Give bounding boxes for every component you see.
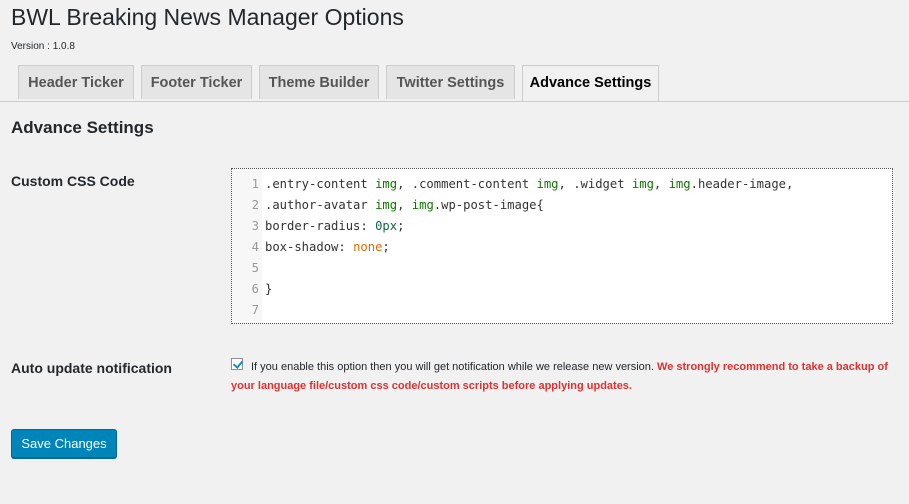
code-line: 1 .entry-content img, .comment-content im… [232, 174, 892, 195]
auto-update-description: If you enable this option then you will … [231, 358, 891, 396]
code-text: box-shadow: none; [265, 240, 390, 254]
code-line: 2 .author-avatar img, img.wp-post-image{ [232, 195, 892, 216]
code-text: .author-avatar img, img.wp-post-image{ [265, 198, 544, 212]
code-line: 3 border-radius: 0px; [232, 216, 892, 237]
code-line: 6} [232, 279, 892, 300]
line-number: 4 [232, 237, 259, 258]
tab-header-ticker[interactable]: Header Ticker [18, 65, 134, 99]
line-number: 2 [232, 195, 259, 216]
settings-tabs: Header Ticker Footer Ticker Theme Builde… [0, 65, 909, 102]
custom-css-editor[interactable]: 1 .entry-content img, .comment-content im… [231, 168, 893, 324]
code-line: 4 box-shadow: none; [232, 237, 892, 258]
code-text: .entry-content img, .comment-content img… [265, 177, 794, 191]
tab-theme-builder[interactable]: Theme Builder [259, 65, 379, 99]
line-number: 3 [232, 216, 259, 237]
code-text: } [265, 282, 273, 296]
tab-advance-settings[interactable]: Advance Settings [522, 65, 659, 101]
line-number: 7 [232, 300, 259, 321]
section-title: Advance Settings [11, 118, 154, 137]
page-title: BWL Breaking News Manager Options [11, 4, 404, 30]
code-line: 5 [232, 258, 892, 279]
auto-update-description-text: If you enable this option then you will … [251, 361, 654, 373]
code-text: border-radius: 0px; [265, 219, 405, 233]
line-number: 1 [232, 174, 259, 195]
code-line: 7 [232, 300, 892, 321]
version-label: Version : 1.0.8 [11, 41, 75, 52]
line-number: 6 [232, 279, 259, 300]
custom-css-label: Custom CSS Code [11, 173, 135, 189]
tab-footer-ticker[interactable]: Footer Ticker [141, 65, 252, 99]
auto-update-label: Auto update notification [11, 360, 172, 376]
save-changes-button[interactable]: Save Changes [11, 429, 117, 458]
tab-twitter-settings[interactable]: Twitter Settings [386, 65, 515, 99]
line-number: 5 [232, 258, 259, 279]
